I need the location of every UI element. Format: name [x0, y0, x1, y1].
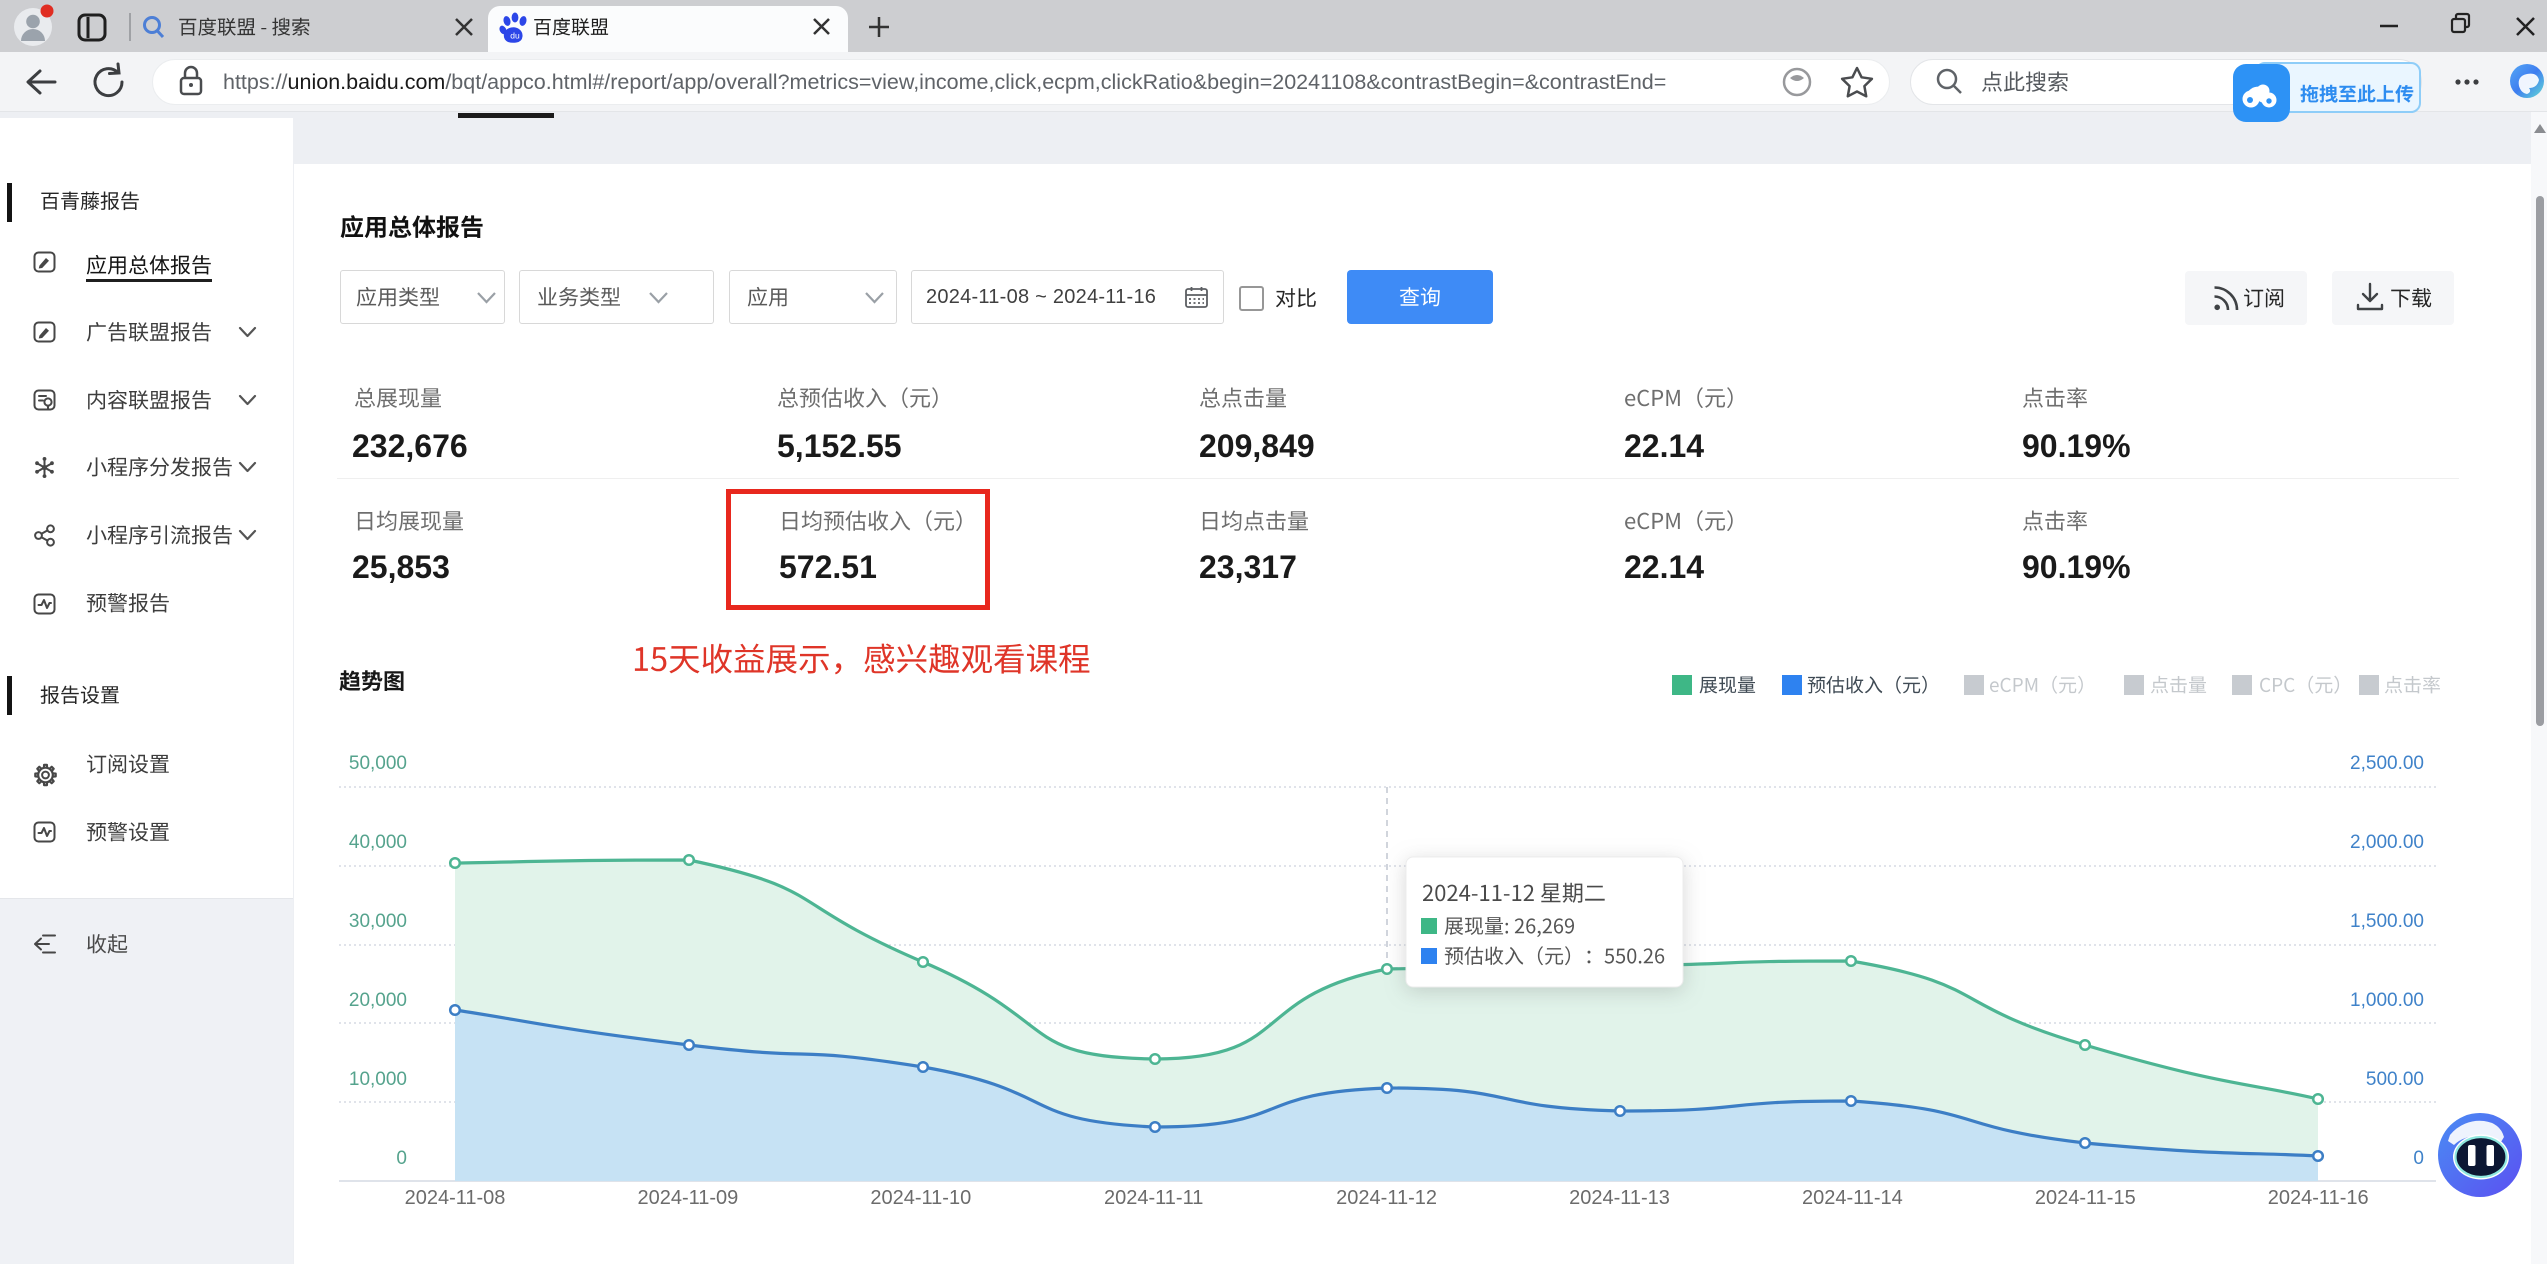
- svg-text:2024-11-15: 2024-11-15: [2035, 1187, 2136, 1209]
- svg-text:2024-11-08: 2024-11-08: [405, 1187, 506, 1209]
- svg-text:500.00: 500.00: [2366, 1069, 2424, 1090]
- svg-text:50,000: 50,000: [349, 753, 407, 774]
- svg-text:1,000.00: 1,000.00: [2350, 990, 2424, 1011]
- svg-text:40,000: 40,000: [349, 832, 407, 853]
- svg-text:30,000: 30,000: [349, 911, 407, 932]
- svg-text:10,000: 10,000: [349, 1069, 407, 1090]
- svg-text:2024-11-16: 2024-11-16: [2268, 1187, 2369, 1209]
- svg-text:2024-11-10: 2024-11-10: [870, 1187, 971, 1209]
- svg-text:0: 0: [396, 1148, 407, 1169]
- svg-text:2024-11-14: 2024-11-14: [1802, 1187, 1903, 1209]
- svg-text:du: du: [510, 31, 520, 41]
- svg-text:20,000: 20,000: [349, 990, 407, 1011]
- svg-text:2024-11-11: 2024-11-11: [1104, 1187, 1203, 1209]
- svg-text:0: 0: [2413, 1148, 2424, 1169]
- svg-text:1,500.00: 1,500.00: [2350, 911, 2424, 932]
- svg-text:2024-11-12: 2024-11-12: [1336, 1187, 1437, 1209]
- svg-text:2024-11-09: 2024-11-09: [637, 1187, 738, 1209]
- svg-text:2,000.00: 2,000.00: [2350, 832, 2424, 853]
- svg-text:2024-11-13: 2024-11-13: [1569, 1187, 1670, 1209]
- svg-text:2,500.00: 2,500.00: [2350, 753, 2424, 774]
